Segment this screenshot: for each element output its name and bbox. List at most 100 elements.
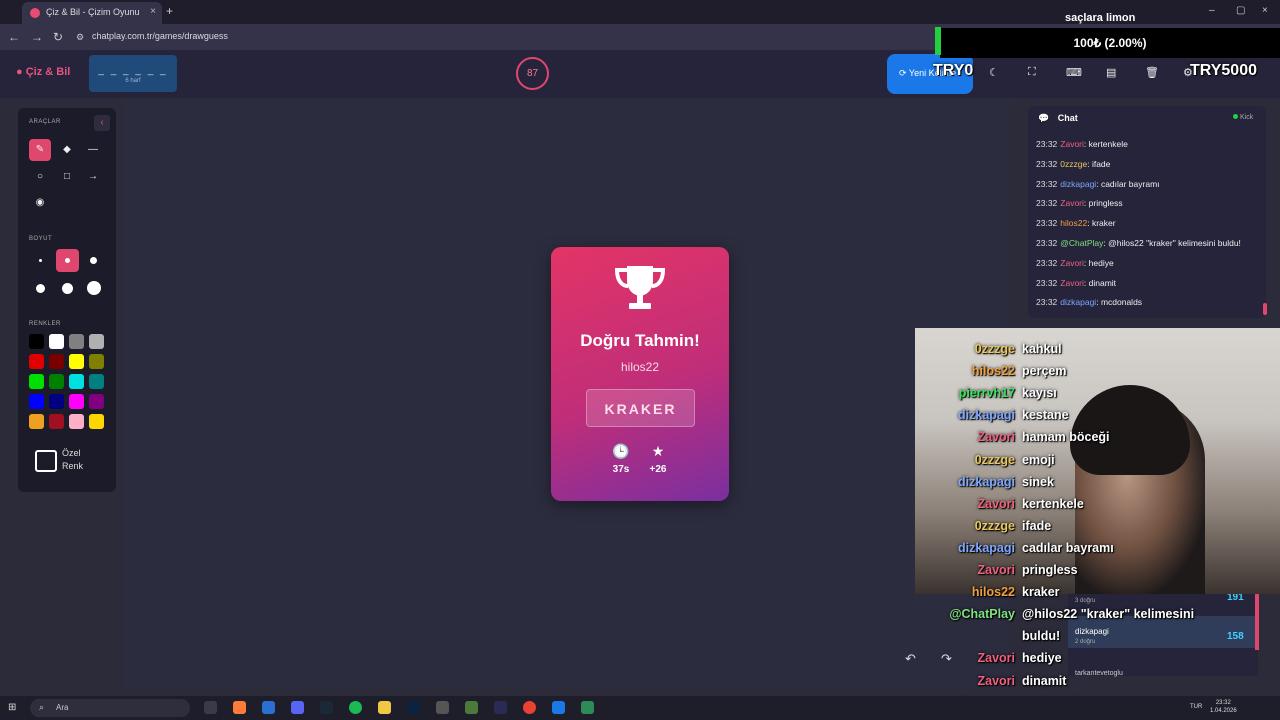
- chat-time: 23:32: [1036, 238, 1058, 248]
- minimize-icon[interactable]: –: [1209, 5, 1215, 16]
- color-swatch[interactable]: [29, 394, 44, 409]
- color-swatch[interactable]: [29, 354, 44, 369]
- close-window-icon[interactable]: ×: [1262, 5, 1268, 16]
- color-swatch[interactable]: [49, 394, 64, 409]
- archive-icon[interactable]: ▤: [1106, 66, 1116, 79]
- chrome-icon[interactable]: [523, 701, 536, 714]
- leader-name: dizkapagi: [1075, 627, 1109, 636]
- chat-user: hilos22: [1060, 218, 1088, 229]
- chat-user: Zavori: [1060, 277, 1084, 288]
- donation-amount: 100₺ (2.00%): [1073, 36, 1147, 50]
- color-swatch[interactable]: [29, 374, 44, 389]
- trash-icon[interactable]: 🗑: [1145, 66, 1159, 79]
- brush-size-2[interactable]: [56, 249, 79, 272]
- color-swatch[interactable]: [89, 414, 104, 429]
- browser-tab[interactable]: Çiz & Bil - Çizim Oyunu ×: [22, 2, 162, 24]
- chat-text: hediye: [1088, 257, 1114, 268]
- site-info-icon[interactable]: ⚙: [76, 32, 84, 43]
- color-swatch[interactable]: [89, 394, 104, 409]
- forward-icon[interactable]: →: [31, 30, 43, 44]
- color-swatch[interactable]: [49, 334, 64, 349]
- tools-section-title: ARAÇLAR: [29, 119, 61, 125]
- word-blanks: _ _ _ _ _ _: [98, 65, 168, 76]
- system-clock[interactable]: 23:32 1.04.2026: [1210, 699, 1237, 715]
- minecraft-icon[interactable]: [465, 701, 478, 714]
- app-icon-5[interactable]: [552, 701, 565, 714]
- new-tab-icon[interactable]: +: [166, 4, 173, 18]
- collapse-panel-icon[interactable]: ‹: [94, 115, 110, 131]
- keyboard-icon[interactable]: ⌨: [1066, 66, 1082, 79]
- color-swatch[interactable]: [49, 374, 64, 389]
- maximize-icon[interactable]: ▢: [1236, 5, 1245, 16]
- folder-icon[interactable]: [378, 701, 391, 714]
- steam-icon[interactable]: [320, 701, 333, 714]
- app-icon-6[interactable]: [581, 701, 594, 714]
- app-icon-3[interactable]: [436, 701, 449, 714]
- overlay-chat-user: hilos22: [971, 364, 1015, 379]
- color-swatch[interactable]: [29, 414, 44, 429]
- overlay-chat-text: emoji: [1022, 452, 1055, 467]
- color-swatch[interactable]: [69, 394, 84, 409]
- color-swatch[interactable]: [49, 414, 64, 429]
- color-swatch[interactable]: [89, 354, 104, 369]
- photoshop-icon[interactable]: [407, 701, 420, 714]
- tab-title: Çiz & Bil - Çizim Oyunu: [46, 7, 140, 17]
- overlay-chat-text: dinamit: [1022, 673, 1067, 688]
- color-swatch[interactable]: [69, 414, 84, 429]
- rectangle-tool-icon[interactable]: □: [56, 166, 78, 188]
- brush-size-1[interactable]: [39, 259, 42, 262]
- eraser-tool-icon[interactable]: ◆: [56, 139, 78, 161]
- app-icon-1[interactable]: [233, 701, 246, 714]
- back-icon[interactable]: ←: [8, 30, 20, 44]
- clock-date: 1.04.2026: [1210, 708, 1237, 714]
- color-swatch[interactable]: [49, 354, 64, 369]
- app-logo[interactable]: ● Çiz & Bil: [16, 66, 70, 78]
- chat-text: mcdonalds: [1100, 297, 1143, 308]
- trophy-icon: [614, 266, 666, 309]
- brush-size-3[interactable]: [90, 257, 97, 264]
- brush-size-6[interactable]: [87, 281, 101, 295]
- fullscreen-icon[interactable]: ⛶: [1028, 66, 1036, 79]
- chat-time: 23:32: [1036, 218, 1058, 229]
- close-tab-icon[interactable]: ×: [150, 6, 156, 17]
- arrow-tool-icon[interactable]: →: [82, 166, 104, 188]
- task-view-icon[interactable]: [204, 701, 217, 714]
- size-section-title: BOYUT: [29, 236, 53, 242]
- reload-icon[interactable]: ↻: [53, 30, 63, 44]
- overlay-chat-text: sinek: [1022, 474, 1054, 489]
- url-text[interactable]: chatplay.com.tr/games/drawguess: [92, 31, 228, 41]
- spotify-icon[interactable]: [349, 701, 362, 714]
- start-icon[interactable]: ⊞: [8, 702, 16, 713]
- language-indicator[interactable]: TUR: [1190, 704, 1202, 710]
- chat-user: Zavori: [1060, 198, 1084, 209]
- chat-scroll-indicator[interactable]: [1263, 303, 1267, 315]
- app-icon-2[interactable]: [262, 701, 275, 714]
- brush-size-5[interactable]: [62, 283, 73, 294]
- color-swatch[interactable]: [69, 374, 84, 389]
- color-swatch[interactable]: [89, 374, 104, 389]
- app-icon-4[interactable]: [494, 701, 507, 714]
- revealed-word: KRAKER: [586, 389, 695, 427]
- color-swatch[interactable]: [69, 354, 84, 369]
- colors-section-title: RENKLER: [29, 321, 61, 327]
- overlay-chat-user: Zavori: [977, 563, 1015, 577]
- chat-user: @ChatPlay: [1060, 238, 1104, 248]
- line-tool-icon[interactable]: —: [82, 139, 104, 161]
- overlay-chat-user: 0zzzge: [974, 518, 1015, 533]
- dark-mode-icon[interactable]: ☾: [989, 66, 999, 79]
- chat-message: 23:32 dizkapagi: cadılar bayramı: [1036, 178, 1160, 189]
- color-swatch[interactable]: [69, 334, 84, 349]
- brush-size-4[interactable]: [36, 284, 45, 293]
- fill-bucket-tool-icon[interactable]: ◉: [29, 192, 51, 214]
- overlay-chat-user: pierrvh17: [958, 386, 1015, 401]
- color-swatch[interactable]: [89, 334, 104, 349]
- custom-color-button[interactable]: Özel Renk: [28, 446, 108, 478]
- taskbar-search[interactable]: ⌕ Ara: [30, 699, 190, 717]
- chat-text: pringless: [1088, 198, 1123, 209]
- circle-tool-icon[interactable]: ○: [29, 166, 51, 188]
- chat-message: 23:32 @ChatPlay: @hilos22 "kraker" kelime…: [1036, 238, 1241, 248]
- pencil-tool-icon[interactable]: ✎: [29, 139, 51, 161]
- discord-icon[interactable]: [291, 701, 304, 714]
- overlay-chat-text: ifade: [1022, 518, 1052, 533]
- color-swatch[interactable]: [29, 334, 44, 349]
